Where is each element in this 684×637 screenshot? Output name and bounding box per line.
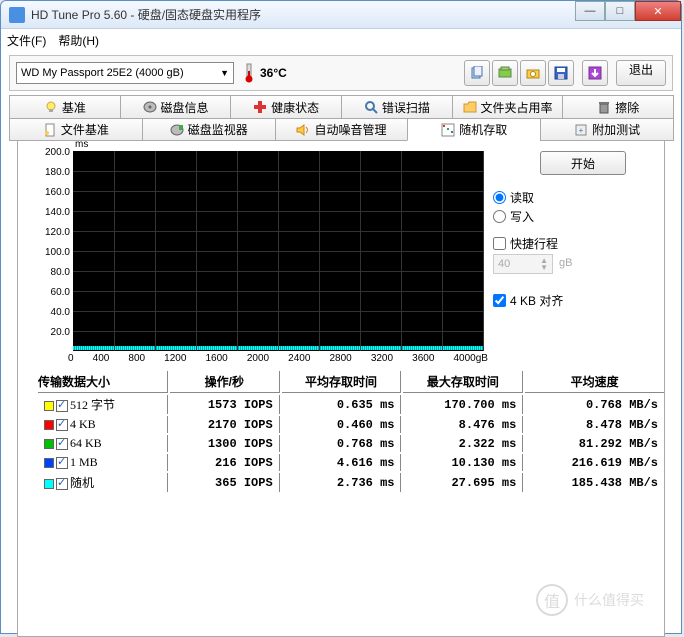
gb-unit: gB <box>559 257 572 269</box>
table-row: 512 字节1573 IOPS0.635 ms170.700 ms0.768 M… <box>38 395 664 414</box>
copy-info-button[interactable] <box>464 60 490 86</box>
side-panel: 开始 读取 写入 快捷行程 40▲▼ gB 4 KB 对齐 <box>493 151 673 309</box>
monitor-icon <box>170 123 184 137</box>
temperature-value: 36°C <box>260 66 287 80</box>
row-checkbox[interactable] <box>56 478 68 490</box>
drive-select[interactable]: WD My Passport 25E2 (4000 gB) ▼ <box>16 62 234 84</box>
align-checkbox[interactable] <box>493 294 506 307</box>
results-table: 传输数据大小操作/秒平均存取时间最大存取时间平均速度 512 字节1573 IO… <box>36 369 666 494</box>
toolbar: WD My Passport 25E2 (4000 gB) ▼ 36°C 退出 <box>9 55 673 91</box>
titlebar[interactable]: HD Tune Pro 5.60 - 硬盘/固态硬盘实用程序 — □ ✕ <box>1 1 681 29</box>
color-swatch <box>44 479 54 489</box>
tab-row-1: 基准磁盘信息健康状态错误扫描文件夹占用率擦除 <box>9 95 673 118</box>
window-title: HD Tune Pro 5.60 - 硬盘/固态硬盘实用程序 <box>31 6 261 23</box>
row-checkbox[interactable] <box>56 419 68 431</box>
copy-screenshot-button[interactable] <box>492 60 518 86</box>
plus-icon <box>253 100 267 114</box>
sound-icon <box>296 123 310 137</box>
row-checkbox[interactable] <box>56 438 68 450</box>
trash-icon <box>597 100 611 114</box>
color-swatch <box>44 439 54 449</box>
color-swatch <box>44 458 54 468</box>
col-header: 平均存取时间 <box>282 371 402 393</box>
color-swatch <box>44 401 54 411</box>
extra-icon: + <box>574 123 588 137</box>
table-row: 64 KB1300 IOPS0.768 ms2.322 ms81.292 MB/… <box>38 435 664 452</box>
col-header: 最大存取时间 <box>403 371 523 393</box>
thermometer-icon <box>242 63 256 83</box>
watermark-text: 什么值得买 <box>574 590 644 610</box>
read-label: 读取 <box>510 189 534 206</box>
tab-content: ms 200.0180.0160.0140.0120.0100.080.060.… <box>17 141 665 637</box>
watermark: 值 什么值得买 <box>536 584 644 616</box>
col-header: 平均速度 <box>525 371 664 393</box>
x-axis: 040080012001600200024002800320036004000g… <box>68 353 488 364</box>
tab-random[interactable]: 随机存取 <box>407 118 541 141</box>
svg-text:+: + <box>579 126 584 135</box>
short-stroke-value: 40▲▼ <box>493 254 553 274</box>
tab-filebench[interactable]: 文件基准 <box>9 118 143 141</box>
tab-monitor[interactable]: 磁盘监视器 <box>142 118 276 141</box>
start-button[interactable]: 开始 <box>540 151 626 175</box>
write-radio[interactable] <box>493 210 506 223</box>
short-stroke-label: 快捷行程 <box>510 235 558 252</box>
row-checkbox[interactable] <box>56 400 68 412</box>
tab-extra[interactable]: +附加测试 <box>540 118 674 141</box>
row-checkbox[interactable] <box>56 457 68 469</box>
chevron-down-icon: ▼ <box>220 68 229 78</box>
menubar: 文件(F) 帮助(H) <box>1 29 681 51</box>
tab-plus[interactable]: 健康状态 <box>230 95 342 118</box>
color-swatch <box>44 420 54 430</box>
watermark-icon: 值 <box>536 584 568 616</box>
tab-trash[interactable]: 擦除 <box>562 95 674 118</box>
align-label: 4 KB 对齐 <box>510 292 563 309</box>
tab-folder[interactable]: 文件夹占用率 <box>452 95 564 118</box>
minimize-button[interactable]: — <box>575 1 605 21</box>
col-header: 传输数据大小 <box>38 371 168 393</box>
temperature: 36°C <box>242 63 287 83</box>
col-header: 操作/秒 <box>170 371 280 393</box>
maximize-button[interactable]: □ <box>605 1 635 21</box>
menu-file[interactable]: 文件(F) <box>7 32 46 49</box>
tab-row-2: 文件基准磁盘监视器自动噪音管理随机存取+附加测试 <box>9 118 673 141</box>
read-radio[interactable] <box>493 191 506 204</box>
random-icon <box>441 123 455 137</box>
table-row: 4 KB2170 IOPS0.460 ms8.476 ms8.478 MB/s <box>38 416 664 433</box>
bulb-icon <box>44 100 58 114</box>
close-button[interactable]: ✕ <box>635 1 681 21</box>
search-icon <box>364 100 378 114</box>
screenshot-button[interactable] <box>520 60 546 86</box>
tab-search[interactable]: 错误扫描 <box>341 95 453 118</box>
menu-help[interactable]: 帮助(H) <box>58 32 99 49</box>
y-axis-unit: ms <box>75 139 88 150</box>
write-label: 写入 <box>510 208 534 225</box>
table-row: 随机365 IOPS2.736 ms27.695 ms185.438 MB/s <box>38 473 664 492</box>
latency-graph <box>73 151 483 351</box>
drive-select-value: WD My Passport 25E2 (4000 gB) <box>21 67 184 79</box>
short-stroke-checkbox[interactable] <box>493 237 506 250</box>
table-row: 1 MB216 IOPS4.616 ms10.130 ms216.619 MB/… <box>38 454 664 471</box>
tab-sound[interactable]: 自动噪音管理 <box>275 118 409 141</box>
exit-button[interactable]: 退出 <box>616 60 666 86</box>
filebench-icon <box>43 123 57 137</box>
options-button[interactable] <box>582 60 608 86</box>
folder-icon <box>463 100 477 114</box>
disk-icon <box>143 100 157 114</box>
app-window: HD Tune Pro 5.60 - 硬盘/固态硬盘实用程序 — □ ✕ 文件(… <box>0 0 682 634</box>
app-icon <box>9 7 25 23</box>
save-button[interactable] <box>548 60 574 86</box>
tab-disk[interactable]: 磁盘信息 <box>120 95 232 118</box>
tab-bulb[interactable]: 基准 <box>9 95 121 118</box>
